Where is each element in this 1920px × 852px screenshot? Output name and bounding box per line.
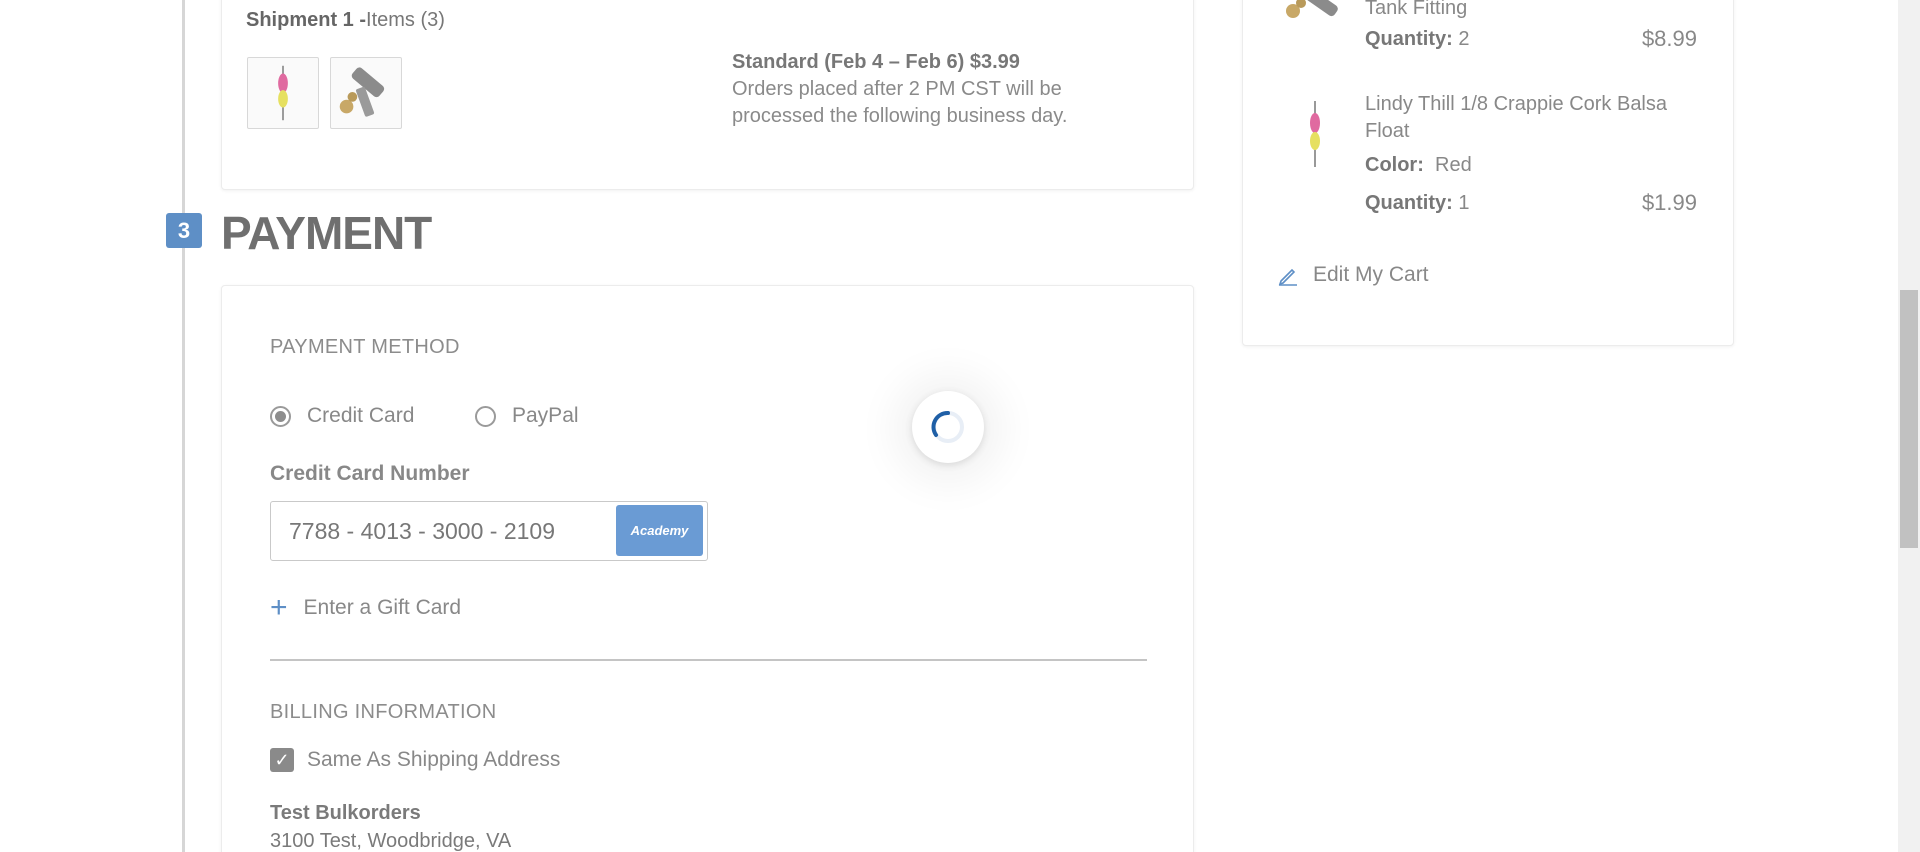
page-scrollbar[interactable] — [1898, 0, 1920, 852]
spinner-icon — [931, 411, 964, 443]
enter-gift-card-button[interactable]: + Enter a Gift Card — [270, 591, 462, 624]
summary-item-name[interactable]: Lindy Thill 1/8 Crappie Cork Balsa Float — [1365, 91, 1705, 145]
paypal-radio[interactable] — [475, 405, 496, 427]
float-product-thumbnail[interactable] — [247, 57, 319, 129]
fitting-product-thumbnail[interactable] — [330, 57, 402, 129]
same-as-shipping-checkbox[interactable]: ✓ — [270, 748, 294, 772]
payment-card: PAYMENT METHOD Credit Card PayPal Credit… — [221, 285, 1194, 852]
credit-card-option-label: Credit Card — [307, 404, 415, 427]
edit-my-cart-link[interactable]: Edit My Cart — [1277, 263, 1429, 287]
summary-item-name[interactable]: Tank Fitting — [1365, 0, 1467, 20]
pencil-icon — [1278, 268, 1297, 286]
same-as-shipping-label: Same As Shipping Address — [307, 748, 561, 771]
shipment-title: Shipment 1 - — [246, 9, 367, 31]
paypal-option-label: PayPal — [512, 404, 579, 427]
shipping-method: Standard (Feb 4 – Feb 6) $3.99 — [732, 51, 1020, 73]
edit-cart-label: Edit My Cart — [1313, 263, 1429, 286]
billing-name: Test Bulkorders — [270, 802, 421, 824]
summary-item-price: $8.99 — [1641, 26, 1697, 51]
credit-card-option[interactable]: Credit Card — [270, 402, 414, 430]
shipment-heading: Shipment 1 -Items (3) — [246, 9, 445, 32]
summary-item-price: $1.99 — [1641, 190, 1697, 215]
payment-section-title: PAYMENT — [221, 207, 432, 259]
checkout-timeline — [182, 0, 185, 852]
order-summary-card: Tank Fitting Quantity: 2 $8.99 Lindy Thi… — [1242, 0, 1734, 346]
plus-icon: + — [270, 591, 288, 624]
billing-address: 3100 Test, Woodbridge, VA — [270, 830, 512, 852]
same-as-shipping-option[interactable]: ✓ Same As Shipping Address — [270, 748, 560, 772]
shipping-method-info: Standard (Feb 4 – Feb 6) $3.99 Orders pl… — [732, 49, 1152, 130]
billing-information-label: BILLING INFORMATION — [270, 701, 497, 723]
paypal-option[interactable]: PayPal — [475, 402, 579, 430]
credit-card-radio[interactable] — [270, 405, 291, 427]
fitting-summary-thumbnail — [1279, 0, 1351, 31]
credit-card-number-label: Credit Card Number — [270, 462, 470, 485]
academy-card-logo: Academy — [616, 505, 703, 556]
card-brand-text: Academy — [630, 523, 689, 538]
summary-item-quantity: Quantity: 2 — [1365, 28, 1469, 51]
quantity-value: 1 — [1458, 192, 1470, 214]
color-value: Red — [1435, 154, 1472, 176]
gift-card-label: Enter a Gift Card — [303, 596, 462, 619]
section-divider — [270, 659, 1147, 661]
shipment-card: Shipment 1 -Items (3) Standard (Feb 4 – … — [221, 0, 1194, 190]
quantity-value: 2 — [1458, 28, 1470, 50]
summary-item-quantity: Quantity: 1 — [1365, 192, 1469, 215]
color-label: Color: — [1365, 154, 1424, 176]
step-number-badge: 3 — [166, 213, 202, 248]
loading-spinner — [912, 391, 984, 463]
quantity-label: Quantity: — [1365, 28, 1453, 50]
payment-method-label: PAYMENT METHOD — [270, 336, 460, 358]
quantity-label: Quantity: — [1365, 192, 1453, 214]
float-summary-thumbnail — [1303, 99, 1327, 169]
shipping-note: Orders placed after 2 PM CST will be pro… — [732, 78, 1068, 127]
scrollbar-thumb[interactable] — [1900, 290, 1918, 548]
summary-item-color: Color: Red — [1365, 154, 1472, 177]
shipment-items-count: Items (3) — [366, 9, 445, 31]
